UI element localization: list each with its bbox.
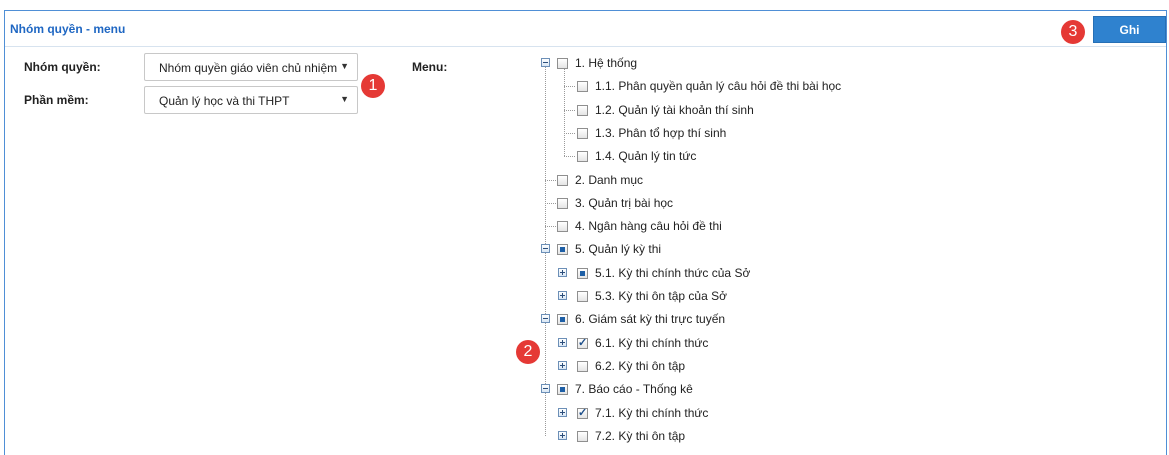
tree-checkbox[interactable] <box>577 81 588 92</box>
tree-guide-line <box>545 180 556 181</box>
expand-icon[interactable] <box>558 408 567 417</box>
tree-item-label[interactable]: 5. Quản lý kỳ thi <box>575 242 661 256</box>
checkmark-icon: ✓ <box>578 407 588 419</box>
tree-item-label[interactable]: 2. Danh mục <box>575 173 643 187</box>
collapse-icon[interactable] <box>541 244 550 253</box>
collapse-icon[interactable] <box>541 314 550 323</box>
chevron-down-icon: ▼ <box>340 61 349 71</box>
tree-checkbox[interactable] <box>577 431 588 442</box>
tree-checkbox[interactable] <box>557 244 568 255</box>
tree-checkbox[interactable] <box>577 291 588 302</box>
chevron-down-icon: ▼ <box>340 94 349 104</box>
tree-item-label[interactable]: 6.1. Kỳ thi chính thức <box>595 336 708 350</box>
expand-icon[interactable] <box>558 431 567 440</box>
tree-item-label[interactable]: 7.1. Kỳ thi chính thức <box>595 406 708 420</box>
software-select-value: Quản lý học và thi THPT <box>159 94 290 108</box>
tree-checkbox[interactable] <box>577 105 588 116</box>
collapse-icon[interactable] <box>541 384 550 393</box>
tree-checkbox[interactable] <box>557 58 568 69</box>
tree-guide-line <box>545 226 556 227</box>
save-button[interactable]: Ghi <box>1093 16 1166 43</box>
software-label: Phần mềm: <box>24 93 89 107</box>
tree-item-label[interactable]: 4. Ngân hàng câu hỏi đề thi <box>575 219 722 233</box>
tree-checkbox[interactable]: ✓ <box>577 337 588 349</box>
tree-item-label[interactable]: 1.1. Phân quyền quản lý câu hỏi đề thi b… <box>595 79 841 93</box>
tree-checkbox[interactable] <box>557 384 568 395</box>
expand-icon[interactable] <box>558 361 567 370</box>
tree-guide-line <box>564 133 575 134</box>
tree-guide-line <box>564 86 575 87</box>
tree-item-label[interactable]: 5.3. Kỳ thi ôn tập của Sở <box>595 289 727 303</box>
checkmark-icon: ✓ <box>578 337 588 349</box>
expand-icon[interactable] <box>558 338 567 347</box>
tree-checkbox[interactable] <box>577 361 588 372</box>
tree-item-label[interactable]: 6.2. Kỳ thi ôn tập <box>595 359 685 373</box>
callout-badge-2: 2 <box>516 340 540 364</box>
expand-icon[interactable] <box>558 291 567 300</box>
tree-checkbox[interactable] <box>557 175 568 186</box>
callout-badge-1: 1 <box>361 74 385 98</box>
expand-icon[interactable] <box>558 268 567 277</box>
tree-checkbox[interactable] <box>557 198 568 209</box>
tree-item-label[interactable]: 1.2. Quản lý tài khoản thí sinh <box>595 103 754 117</box>
tree-checkbox[interactable] <box>577 268 588 279</box>
tree-item-label[interactable]: 7.2. Kỳ thi ôn tập <box>595 429 685 443</box>
tree-guide-line <box>545 203 556 204</box>
tree-item-label[interactable]: 7. Báo cáo - Thống kê <box>575 382 693 396</box>
tree-item-label[interactable]: 3. Quản trị bài học <box>575 196 673 210</box>
tree-guide-line <box>564 110 575 111</box>
group-label: Nhóm quyền: <box>24 60 101 74</box>
software-select[interactable]: Quản lý học và thi THPT ▼ <box>144 86 358 114</box>
tree-checkbox[interactable]: ✓ <box>577 407 588 419</box>
panel-title: Nhóm quyền - menu <box>10 22 126 36</box>
callout-badge-3: 3 <box>1061 20 1085 44</box>
panel-header: Nhóm quyền - menu Ghi <box>5 11 1166 47</box>
group-select[interactable]: Nhóm quyền giáo viên chủ nhiệm ▼ <box>144 53 358 81</box>
tree-checkbox[interactable] <box>577 128 588 139</box>
tree-checkbox[interactable] <box>557 314 568 325</box>
group-select-value: Nhóm quyền giáo viên chủ nhiệm <box>159 61 338 75</box>
tree-item-label[interactable]: 1.3. Phân tổ hợp thí sinh <box>595 126 726 140</box>
tree-checkbox[interactable] <box>577 151 588 162</box>
tree-item-label[interactable]: 5.1. Kỳ thi chính thức của Sở <box>595 266 750 280</box>
tree-checkbox[interactable] <box>557 221 568 232</box>
menu-label: Menu: <box>412 60 448 74</box>
collapse-icon[interactable] <box>541 58 550 67</box>
tree-item-label[interactable]: 1.4. Quản lý tin tức <box>595 149 696 163</box>
tree-item-label[interactable]: 6. Giám sát kỳ thi trực tuyến <box>575 312 725 326</box>
tree-guide-line <box>564 156 575 157</box>
tree-item-label[interactable]: 1. Hệ thống <box>575 56 637 70</box>
